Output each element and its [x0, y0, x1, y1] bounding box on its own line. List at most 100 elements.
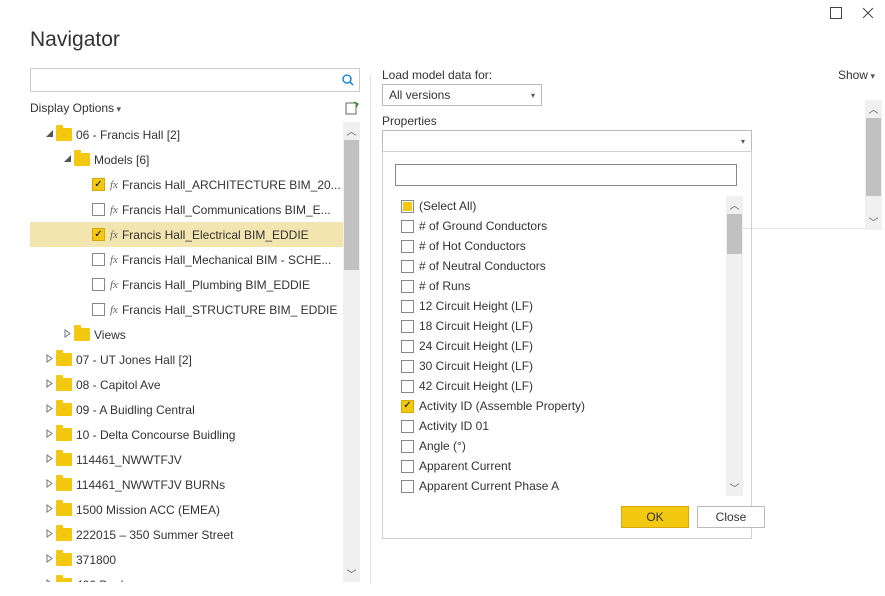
checkbox[interactable]	[401, 400, 414, 413]
load-model-dropdown[interactable]: All versions ▾	[382, 84, 542, 106]
checkbox[interactable]	[401, 200, 414, 213]
properties-search-field[interactable]	[396, 165, 736, 185]
scroll-thumb[interactable]	[866, 118, 881, 196]
tree-item[interactable]: fxFrancis Hall_ARCHITECTURE BIM_20...	[30, 172, 360, 197]
property-item[interactable]: Apparent Current Phase A	[395, 476, 743, 496]
tree-item[interactable]: fxFrancis Hall_Communications BIM_E...	[30, 197, 360, 222]
expander-icon[interactable]	[60, 154, 74, 165]
checkbox[interactable]	[92, 303, 105, 316]
property-label: 12 Circuit Height (LF)	[419, 299, 533, 313]
tree-item[interactable]: 06 - Francis Hall [2]	[30, 122, 360, 147]
checkbox[interactable]	[401, 420, 414, 433]
property-item[interactable]: # of Runs	[395, 276, 743, 296]
tree-item[interactable]: 222015 – 350 Summer Street	[30, 522, 360, 547]
property-item[interactable]: Activity ID (Assemble Property)	[395, 396, 743, 416]
properties-label: Properties	[382, 114, 839, 128]
tree-item-label: Models [6]	[94, 153, 149, 167]
checkbox[interactable]	[401, 300, 414, 313]
tree-item[interactable]: fxFrancis Hall_STRUCTURE BIM_ EDDIE	[30, 297, 360, 322]
checkbox[interactable]	[401, 460, 414, 473]
scroll-thumb[interactable]	[344, 140, 359, 270]
ok-button[interactable]: OK	[621, 506, 689, 528]
property-item[interactable]: # of Ground Conductors	[395, 216, 743, 236]
checkbox[interactable]	[401, 240, 414, 253]
property-label: 24 Circuit Height (LF)	[419, 339, 533, 353]
scroll-up-icon[interactable]: ︿	[730, 196, 740, 213]
property-item[interactable]: Angle (°)	[395, 436, 743, 456]
checkbox[interactable]	[401, 260, 414, 273]
expander-icon[interactable]	[42, 579, 56, 582]
tree-item[interactable]: 07 - UT Jones Hall [2]	[30, 347, 360, 372]
tree-item[interactable]: 10 - Delta Concourse Buidling	[30, 422, 360, 447]
checkbox[interactable]	[401, 360, 414, 373]
show-dropdown[interactable]: Show	[838, 68, 875, 82]
tree-item[interactable]: 400 Beale	[30, 572, 360, 582]
checkbox[interactable]	[401, 320, 414, 333]
search-field[interactable]	[31, 69, 337, 91]
expander-icon[interactable]	[42, 529, 56, 540]
property-item[interactable]: 12 Circuit Height (LF)	[395, 296, 743, 316]
scroll-down-icon[interactable]: ﹀	[343, 565, 360, 582]
expander-icon[interactable]	[42, 454, 56, 465]
expander-icon[interactable]	[42, 404, 56, 415]
checkbox[interactable]	[92, 228, 105, 241]
checkbox[interactable]	[401, 380, 414, 393]
outer-scrollbar[interactable]: ︿ ﹀	[865, 100, 882, 230]
checkbox[interactable]	[401, 220, 414, 233]
expander-icon[interactable]	[42, 429, 56, 440]
search-input[interactable]	[30, 68, 360, 92]
tree-item[interactable]: fxFrancis Hall_Plumbing BIM_EDDIE	[30, 272, 360, 297]
expander-icon[interactable]	[42, 554, 56, 565]
expander-icon[interactable]	[42, 129, 56, 140]
checkbox[interactable]	[92, 278, 105, 291]
property-item[interactable]: 18 Circuit Height (LF)	[395, 316, 743, 336]
properties-search[interactable]	[395, 164, 737, 186]
scroll-thumb[interactable]	[727, 214, 742, 254]
expander-icon[interactable]	[42, 379, 56, 390]
checkbox[interactable]	[92, 178, 105, 191]
property-item[interactable]: 42 Circuit Height (LF)	[395, 376, 743, 396]
tree-item[interactable]: fxFrancis Hall_Mechanical BIM - SCHE...	[30, 247, 360, 272]
display-options-dropdown[interactable]: Display Options	[30, 101, 121, 115]
scroll-up-icon[interactable]: ︿	[343, 122, 360, 139]
tree-item[interactable]: 114461_NWWTFJV BURNs	[30, 472, 360, 497]
expander-icon[interactable]	[42, 504, 56, 515]
checkbox[interactable]	[401, 480, 414, 493]
properties-dropdown[interactable]: ▾	[382, 130, 752, 152]
expander-icon[interactable]	[60, 329, 74, 340]
property-item[interactable]: # of Hot Conductors	[395, 236, 743, 256]
close-icon[interactable]	[861, 6, 875, 20]
checkbox[interactable]	[401, 280, 414, 293]
property-item[interactable]: Apparent Current	[395, 456, 743, 476]
scroll-down-icon[interactable]: ﹀	[730, 479, 740, 496]
checkbox[interactable]	[401, 340, 414, 353]
tree-item-label: 114461_NWWTFJV BURNs	[76, 478, 225, 492]
tree-item[interactable]: Models [6]	[30, 147, 360, 172]
tree-item[interactable]: fxFrancis Hall_Electrical BIM_EDDIE	[30, 222, 360, 247]
tree-item[interactable]: 114461_NWWTFJV	[30, 447, 360, 472]
property-item[interactable]: # of Neutral Conductors	[395, 256, 743, 276]
tree-scrollbar[interactable]: ︿ ﹀	[343, 122, 360, 582]
folder-icon	[56, 553, 72, 566]
tree-item[interactable]: 371800	[30, 547, 360, 572]
expander-icon[interactable]	[42, 354, 56, 365]
property-item[interactable]: 24 Circuit Height (LF)	[395, 336, 743, 356]
scroll-down-icon[interactable]: ﹀	[865, 213, 882, 230]
checkbox[interactable]	[401, 440, 414, 453]
property-item[interactable]: Activity ID 01	[395, 416, 743, 436]
checkbox[interactable]	[92, 253, 105, 266]
maximize-icon[interactable]	[829, 6, 843, 20]
tree-item[interactable]: Views	[30, 322, 360, 347]
scroll-up-icon[interactable]: ︿	[865, 100, 882, 117]
property-item[interactable]: (Select All)	[395, 196, 743, 216]
close-button[interactable]: Close	[697, 506, 765, 528]
tree-item[interactable]: 08 - Capitol Ave	[30, 372, 360, 397]
checkbox[interactable]	[92, 203, 105, 216]
refresh-icon[interactable]	[344, 100, 360, 116]
tree-item[interactable]: 09 - A Buidling Central	[30, 397, 360, 422]
property-item[interactable]: 30 Circuit Height (LF)	[395, 356, 743, 376]
search-icon[interactable]	[337, 69, 359, 91]
expander-icon[interactable]	[42, 479, 56, 490]
properties-scrollbar[interactable]: ︿ ﹀	[726, 196, 743, 496]
tree-item[interactable]: 1500 Mission ACC (EMEA)	[30, 497, 360, 522]
